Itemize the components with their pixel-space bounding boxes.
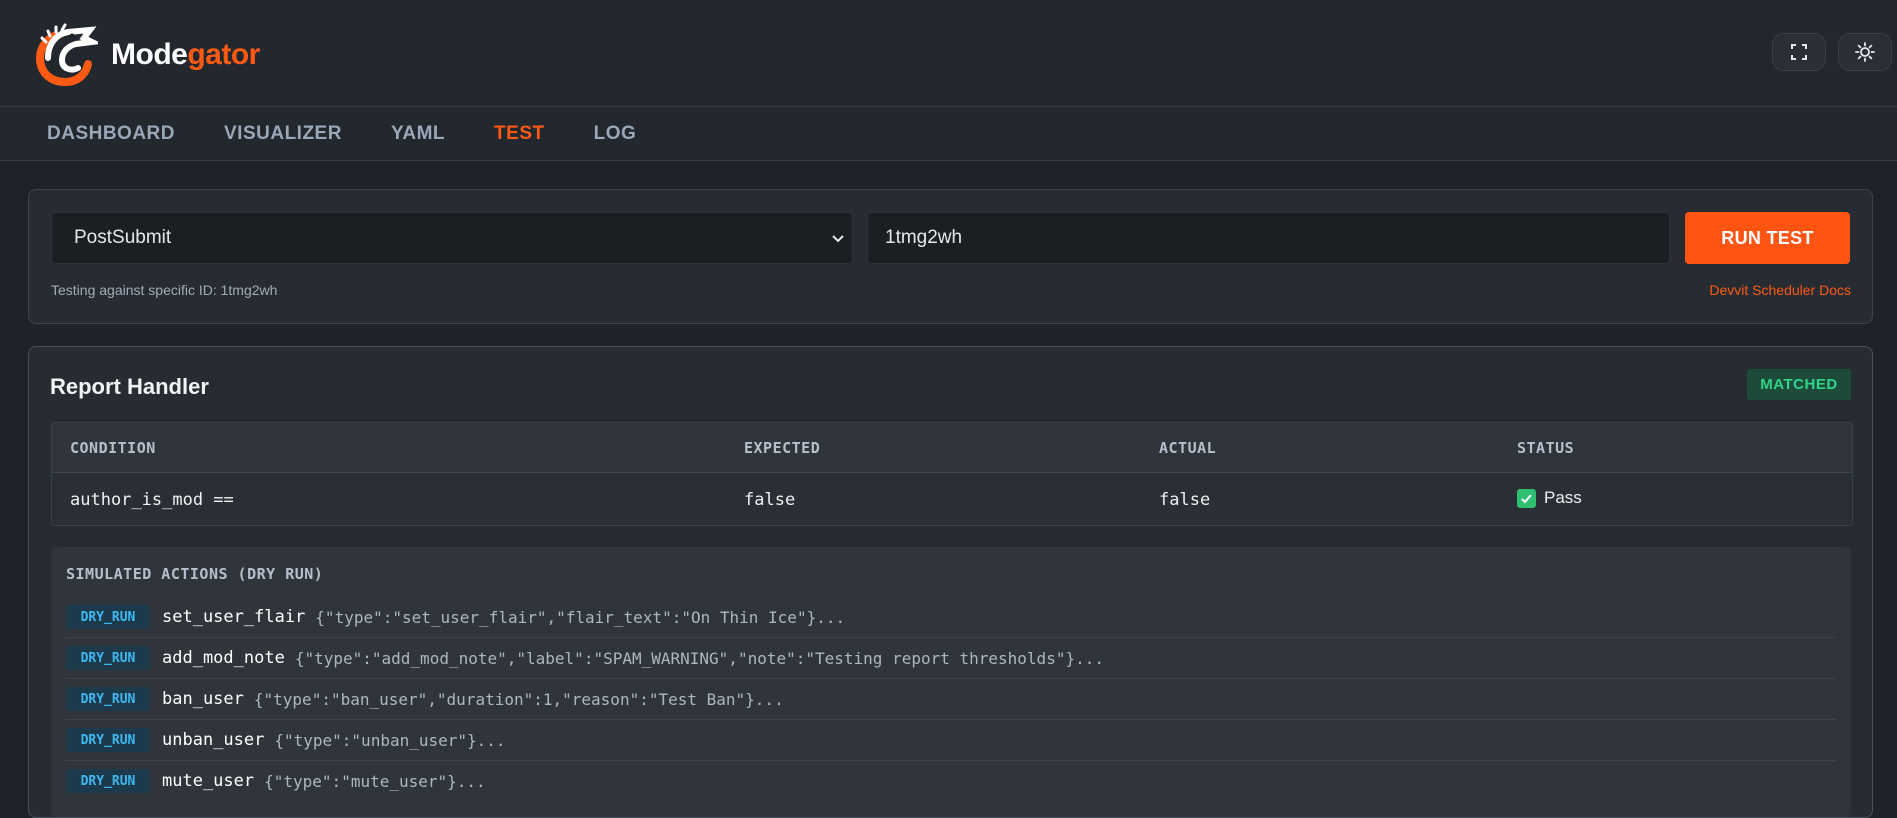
action-name: unban_user — [162, 730, 265, 750]
condition-cell: author_is_mod == — [70, 490, 234, 510]
action-name: add_mod_note — [162, 648, 285, 668]
list-item: DRY_RUN add_mod_note {"type":"add_mod_no… — [66, 638, 1836, 679]
column-header-status: STATUS — [1517, 439, 1575, 457]
simulated-actions-title: SIMULATED ACTIONS (DRY RUN) — [66, 565, 324, 583]
rule-title: Report Handler — [50, 374, 209, 399]
main-nav: DASHBOARD VISUALIZER YAML TEST LOG — [0, 107, 1897, 161]
action-name: ban_user — [162, 689, 244, 709]
fullscreen-button[interactable] — [1772, 33, 1826, 71]
testing-hint: Testing against specific ID: 1tmg2wh — [51, 282, 278, 298]
list-item: DRY_RUN ban_user {"type":"ban_user","dur… — [66, 679, 1836, 720]
status-badge: MATCHED — [1747, 369, 1851, 400]
brand-part-2: gator — [187, 38, 260, 71]
action-payload: {"type":"mute_user"}... — [264, 771, 486, 791]
actual-cell: false — [1159, 490, 1211, 510]
expected-cell: false — [744, 490, 796, 510]
tab-dashboard[interactable]: DASHBOARD — [47, 123, 175, 145]
tab-yaml[interactable]: YAML — [391, 123, 445, 145]
tab-visualizer[interactable]: VISUALIZER — [224, 123, 342, 145]
table-header: CONDITION EXPECTED ACTUAL STATUS — [52, 423, 1852, 473]
action-payload: {"type":"ban_user","duration":1,"reason"… — [253, 689, 784, 709]
alligator-logo-icon — [35, 23, 98, 86]
brand-name: Modegator — [111, 38, 260, 72]
action-payload: {"type":"unban_user"}... — [274, 730, 506, 750]
check-icon — [1517, 488, 1536, 508]
dry-run-badge: DRY_RUN — [66, 646, 150, 670]
action-name: set_user_flair — [162, 607, 306, 627]
dry-run-badge: DRY_RUN — [66, 728, 150, 752]
status-text: Pass — [1544, 488, 1582, 507]
fullscreen-icon — [1791, 44, 1807, 60]
target-id-value: 1tmg2wh — [885, 227, 963, 248]
simulated-actions-panel: SIMULATED ACTIONS (DRY RUN) DRY_RUN set_… — [51, 547, 1851, 817]
event-type-value: PostSubmit — [74, 227, 172, 248]
list-item: DRY_RUN set_user_flair {"type":"set_user… — [66, 597, 1836, 638]
rule-result-card: Report Handler MATCHED CONDITION EXPECTE… — [28, 346, 1873, 818]
app-header: Modegator — [0, 0, 1897, 107]
test-form-card: PostSubmit 1tmg2wh RUN TEST Testing agai… — [28, 189, 1873, 324]
event-type-select[interactable]: PostSubmit — [51, 212, 853, 264]
run-test-button[interactable]: RUN TEST — [1685, 212, 1850, 264]
theme-toggle-button[interactable] — [1838, 33, 1892, 71]
list-item: DRY_RUN unban_user {"type":"unban_user"}… — [66, 720, 1836, 761]
column-header-actual: ACTUAL — [1159, 439, 1217, 457]
chevron-down-icon — [832, 235, 844, 243]
dry-run-badge: DRY_RUN — [66, 687, 150, 711]
dry-run-badge: DRY_RUN — [66, 769, 150, 793]
conditions-table: CONDITION EXPECTED ACTUAL STATUS author_… — [51, 422, 1853, 526]
action-payload: {"type":"add_mod_note","label":"SPAM_WAR… — [294, 648, 1104, 668]
table-row: author_is_mod == false false Pass — [52, 473, 1852, 525]
action-payload: {"type":"set_user_flair","flair_text":"O… — [315, 607, 846, 627]
tab-log[interactable]: LOG — [594, 123, 637, 145]
column-header-expected: EXPECTED — [744, 439, 821, 457]
dry-run-badge: DRY_RUN — [66, 605, 150, 629]
logo[interactable]: Modegator — [32, 22, 260, 88]
action-name: mute_user — [162, 771, 255, 791]
sun-icon — [1855, 42, 1875, 62]
target-id-input[interactable]: 1tmg2wh — [867, 212, 1670, 264]
scheduler-docs-link[interactable]: Devvit Scheduler Docs — [1709, 282, 1851, 298]
list-item: DRY_RUN mute_user {"type":"mute_user"}..… — [66, 761, 1836, 801]
status-cell: Pass — [1517, 488, 1582, 508]
column-header-condition: CONDITION — [70, 439, 156, 457]
tab-test[interactable]: TEST — [494, 123, 545, 145]
brand-part-1: Mode — [111, 38, 188, 71]
